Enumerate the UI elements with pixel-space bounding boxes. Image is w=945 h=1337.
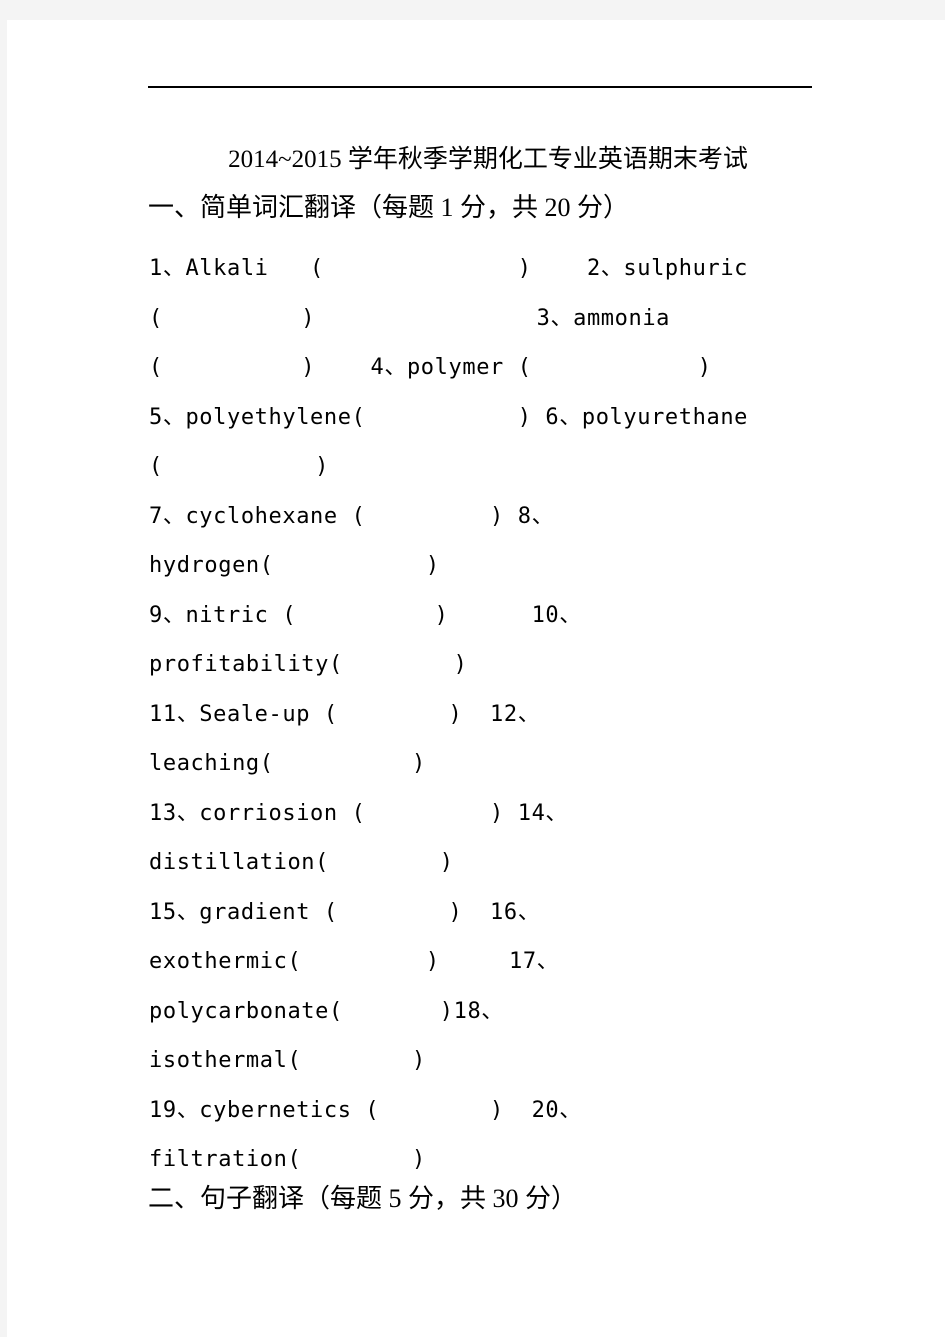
- vocabulary-line: distillation( ): [149, 850, 454, 875]
- vocabulary-line: profitability( ): [149, 652, 468, 677]
- vocabulary-line: 13、corriosion ( ) 14、: [149, 800, 569, 826]
- vocabulary-line: 5、polyethylene( ) 6、polyurethane: [149, 404, 749, 430]
- section-heading-vocabulary: 一、简单词汇翻译（每题 1 分，共 20 分）: [148, 193, 630, 222]
- vocabulary-line: ( ) 4、polymer ( ): [149, 355, 712, 380]
- section-heading-sentence-translation: 二、句子翻译（每题 5 分，共 30 分）: [148, 1184, 578, 1213]
- page-left-margin-strip: [0, 20, 7, 1337]
- vocabulary-line: leaching( ): [149, 751, 426, 776]
- vocabulary-line: 11、Seale-up ( ) 12、: [149, 701, 541, 727]
- vocabulary-line: polycarbonate( )18、: [149, 998, 504, 1024]
- page-title: 2014~2015 学年秋季学期化工专业英语期末考试: [228, 146, 748, 173]
- vocabulary-line: 1、Alkali ( ) 2、sulphuric: [149, 256, 749, 281]
- vocabulary-line: 19、cybernetics ( ) 20、: [149, 1097, 582, 1123]
- vocabulary-line: 9、nitric ( ) 10、: [149, 602, 582, 628]
- vocabulary-line: ( ): [149, 454, 329, 479]
- vocabulary-line: 15、gradient ( ) 16、: [149, 899, 541, 925]
- document-page: 2014~2015 学年秋季学期化工专业英语期末考试 一、简单词汇翻译（每题 1…: [7, 20, 945, 1337]
- vocabulary-line: filtration( ): [149, 1147, 426, 1172]
- vocabulary-line: 7、cyclohexane ( ) 8、: [149, 503, 555, 529]
- vocabulary-question-block: 1、Alkali ( ) 2、sulphuric ( ) 3、ammonia ( )…: [149, 244, 849, 1185]
- vocabulary-line: isothermal( ): [149, 1048, 426, 1073]
- header-divider-rule: [148, 86, 812, 88]
- vocabulary-line: ( ) 3、ammonia: [149, 305, 671, 331]
- vocabulary-line: exothermic( ) 17、: [149, 949, 560, 974]
- page-top-margin-strip: [0, 0, 945, 20]
- vocabulary-line: hydrogen( ): [149, 553, 440, 578]
